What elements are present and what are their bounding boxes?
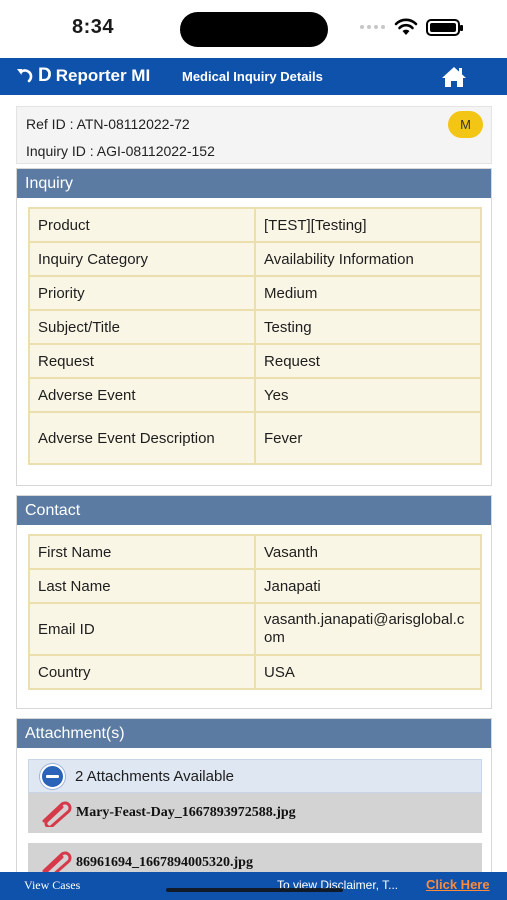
table-row: Subject/Title Testing (27, 309, 482, 345)
brand-name: Reporter MI (55, 66, 151, 85)
brand: D Reporter MI (38, 65, 150, 87)
field-value: Medium (254, 275, 482, 311)
table-row: First Name Vasanth (28, 534, 483, 570)
field-value: [TEST][Testing] (254, 207, 482, 243)
status-bar: 8:34 (0, 0, 507, 58)
field-label: Adverse Event (27, 377, 257, 413)
field-label: Country (28, 654, 256, 690)
field-label: Product (27, 207, 257, 243)
screen: { "status": { "time": "8:34" }, "header"… (0, 0, 507, 900)
attachments-count: 2 Attachments Available (75, 767, 234, 785)
attachment-filename: 86961694_1667894005320.jpg (76, 855, 253, 870)
field-label: Inquiry Category (27, 241, 257, 277)
brand-logo: D (38, 65, 52, 86)
contact-section-title: Contact (17, 496, 491, 525)
field-label: First Name (28, 534, 256, 570)
ref-id: Ref ID : ATN-08112022-72 (26, 116, 190, 132)
attachments-section-title: Attachment(s) (17, 719, 491, 748)
footer-bar: View Cases To view Disclaimer, T... Clic… (0, 872, 507, 900)
inquiry-table: Product [TEST][Testing] Inquiry Category… (27, 207, 482, 465)
field-value: Vasanth (253, 534, 483, 570)
inquiry-id: Inquiry ID : AGI-08112022-152 (26, 143, 215, 159)
field-label: Adverse Event Description (27, 411, 257, 465)
field-value: vasanth.janapati@arisglobal.com (253, 602, 483, 656)
status-time: 8:34 (72, 16, 115, 38)
signal-icon (360, 25, 385, 29)
attachment-filename: Mary-Feast-Day_1667893972588.jpg (76, 805, 296, 820)
home-icon[interactable] (441, 66, 467, 88)
field-value: Janapati (253, 568, 483, 604)
field-value: Testing (254, 309, 482, 345)
inquiry-section: Inquiry Product [TEST][Testing] Inquiry … (16, 168, 492, 486)
field-value: Fever (254, 411, 482, 465)
field-label: Request (27, 343, 257, 379)
inquiry-section-title: Inquiry (17, 169, 491, 198)
dynamic-island (180, 12, 328, 47)
click-here-link[interactable]: Click Here (426, 877, 490, 892)
field-value: USA (253, 654, 483, 690)
view-cases-link[interactable]: View Cases (24, 878, 80, 893)
contact-table: First Name Vasanth Last Name Janapati Em… (28, 534, 483, 690)
field-value: Availability Information (254, 241, 482, 277)
table-row: Adverse Event Yes (27, 377, 482, 413)
attachments-panel: 2 Attachments Available Mary-Feast-Day_1… (28, 759, 482, 883)
table-row: Last Name Janapati (28, 568, 483, 604)
app-header: D Reporter MI Medical Inquiry Details (0, 58, 507, 95)
attachment-item[interactable]: Mary-Feast-Day_1667893972588.jpg (28, 793, 482, 833)
field-label: Subject/Title (27, 309, 257, 345)
field-label: Email ID (28, 602, 256, 656)
table-row: Country USA (28, 654, 483, 690)
contact-section: Contact First Name Vasanth Last Name Jan… (16, 495, 492, 709)
page-title: Medical Inquiry Details (182, 69, 323, 84)
attachments-toggle[interactable]: 2 Attachments Available (28, 759, 482, 793)
attachments-section: Attachment(s) 2 Attachments Available Ma… (16, 718, 492, 888)
wifi-icon (394, 18, 418, 35)
table-row: Priority Medium (27, 275, 482, 311)
paperclip-icon (42, 801, 72, 827)
field-label: Last Name (28, 568, 256, 604)
table-row: Email ID vasanth.janapati@arisglobal.com (28, 602, 483, 656)
table-row: Inquiry Category Availability Informatio… (27, 241, 482, 277)
battery-icon (426, 19, 463, 36)
table-row: Product [TEST][Testing] (27, 207, 482, 243)
minus-icon[interactable] (40, 763, 65, 789)
field-value: Yes (254, 377, 482, 413)
field-value: Request (254, 343, 482, 379)
back-arrow-icon[interactable] (14, 66, 34, 86)
table-row: Adverse Event Description Fever (27, 411, 482, 465)
home-indicator[interactable] (166, 888, 343, 892)
avatar[interactable]: M (448, 111, 483, 138)
table-row: Request Request (27, 343, 482, 379)
case-ids-card: Ref ID : ATN-08112022-72 Inquiry ID : AG… (16, 106, 492, 164)
field-label: Priority (27, 275, 257, 311)
